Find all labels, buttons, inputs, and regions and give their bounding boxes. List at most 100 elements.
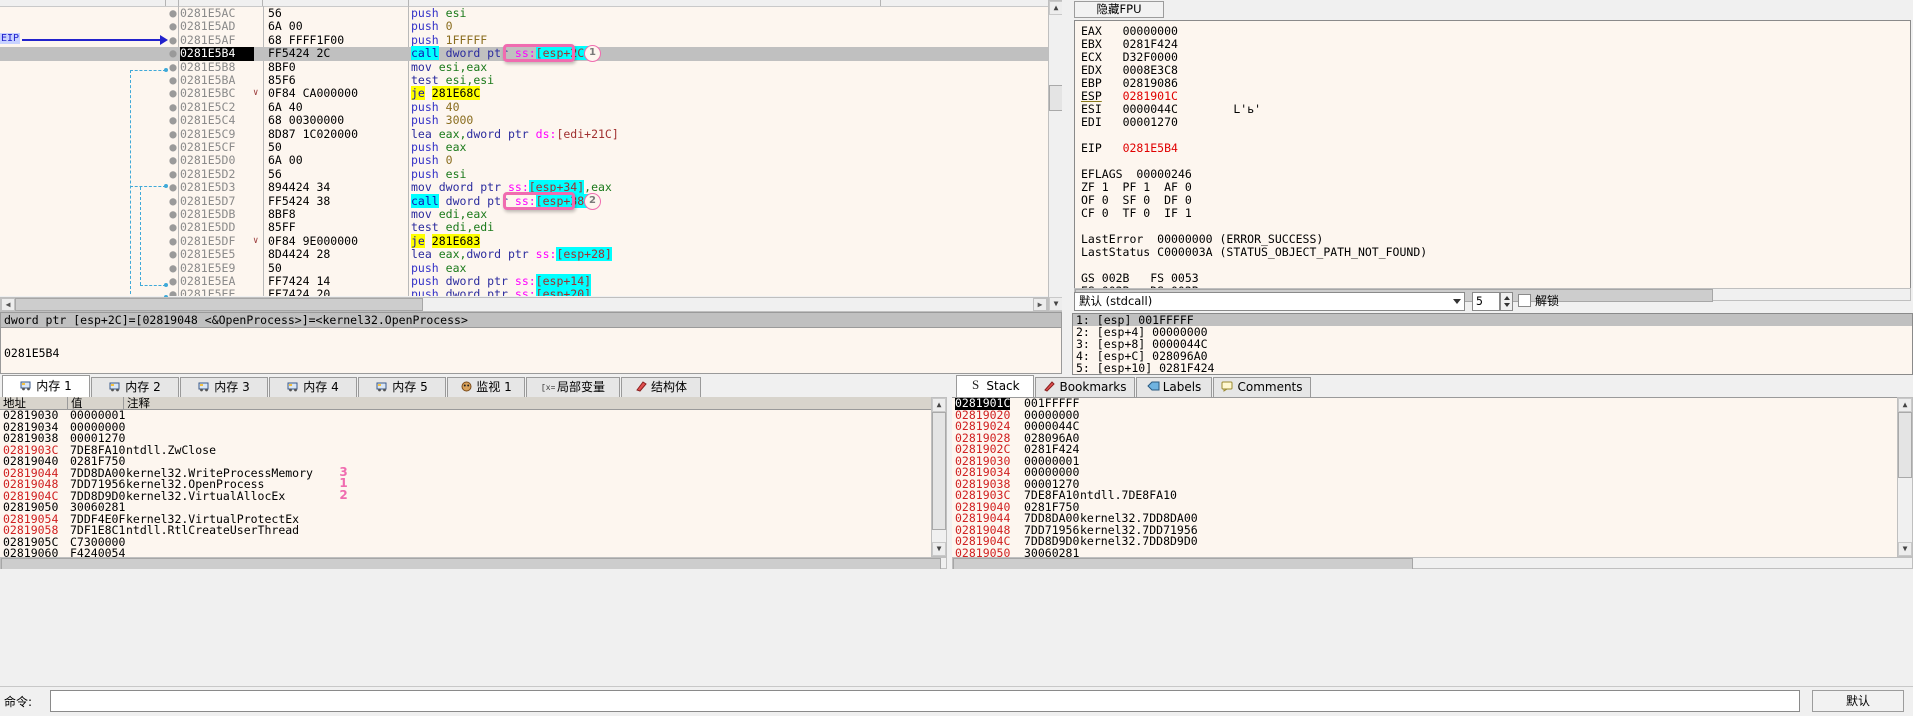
disassembly-row[interactable]: ● 0281E5D0 6A 00 push 0 [0, 153, 1061, 167]
disassembly-hscrollbar[interactable]: ◀ ▶ [0, 297, 1048, 312]
chevron-down-icon[interactable] [1453, 299, 1461, 304]
disassembly-row[interactable]: ● 0281E5DF ∨ 0F84 9E000000 je 281E683 [0, 233, 1061, 248]
stack-hscrollbar[interactable] [952, 557, 1913, 571]
tab-局部变量[interactable]: [x=]局部变量 [526, 377, 620, 397]
tab-内存 1[interactable]: 内存 1 [2, 375, 90, 397]
instruction-address[interactable]: 0281E5EA [180, 274, 254, 288]
instruction-address[interactable]: 0281E5BC [180, 86, 254, 100]
stepper-up-icon[interactable] [1504, 296, 1510, 300]
instruction-address[interactable]: 0281E5DB [180, 207, 254, 221]
breakpoint-dot-icon[interactable]: ● [168, 234, 178, 248]
command-default-button[interactable]: 默认 [1812, 690, 1904, 712]
disassembly-row[interactable]: ● 0281E5C9 8D87 1C020000 lea eax,dword ptr … [0, 127, 1061, 141]
memory-col-address[interactable]: 地址 [0, 397, 68, 410]
breakpoint-dot-icon[interactable]: ● [168, 86, 178, 100]
breakpoint-dot-icon[interactable]: ● [168, 100, 178, 114]
disassembly-row[interactable]: ● 0281E5AC 56 push esi [0, 6, 1061, 20]
breakpoint-dot-icon[interactable]: ● [168, 73, 178, 87]
breakpoint-dot-icon[interactable]: ● [168, 247, 178, 261]
stack-tab-bar[interactable]: S Stack Bookmarks Labels Comments [952, 375, 1913, 397]
argument-row[interactable]: 5: [esp+10] 0281F424 [1073, 362, 1912, 374]
tab-内存 5[interactable]: 内存 5 [358, 377, 446, 397]
tab-Stack[interactable]: S Stack [956, 375, 1034, 397]
breakpoint-dot-icon[interactable]: ● [168, 46, 178, 60]
instruction-address[interactable]: 0281E5D2 [180, 167, 254, 181]
disassembly-row[interactable]: ● 0281E5B8 8BF0 mov esi,eax [0, 60, 1061, 74]
disassembly-row[interactable]: ● 0281E5AD 6A 00 push 0 [0, 19, 1061, 33]
memory-column-headers[interactable]: 地址 值 注释 [0, 397, 931, 410]
tab-Labels[interactable]: Labels [1136, 377, 1212, 397]
memory-tab-bar[interactable]: 内存 1 内存 2 内存 3 内存 4 内存 5 监视 1 [x=]局部变量 结构体 [0, 375, 960, 397]
instruction-address[interactable]: 0281E5DD [180, 220, 254, 234]
breakpoint-dot-icon[interactable]: ● [168, 194, 178, 208]
tab-Comments[interactable]: Comments [1213, 377, 1311, 397]
stack-rows[interactable]: 0281901C 001FFFFF 02819020 00000000 02819024… [952, 397, 1897, 558]
memory-rows[interactable]: 02819030 00000001 02819034 00000000 02819038… [0, 410, 931, 557]
disassembly-row[interactable]: ● 0281E5D2 56 push esi [0, 167, 1061, 181]
stepper-down-icon[interactable] [1504, 303, 1510, 307]
breakpoint-dot-icon[interactable]: ● [168, 113, 178, 127]
register-eip[interactable]: EIP 0281E5B4 [1081, 142, 1178, 155]
disassembly-row[interactable]: ● 0281E5CF 50 push eax [0, 140, 1061, 154]
memory-hscrollbar[interactable] [0, 557, 947, 571]
instruction-address[interactable]: 0281E5B4 [180, 46, 254, 61]
instruction-address[interactable]: 0281E5C4 [180, 113, 254, 127]
stack-vscrollbar[interactable]: ▲ ▼ [1897, 397, 1913, 557]
registers-panel[interactable]: EAX 00000000 EBX 0281F424 ECX D32F0000 EDX … [1074, 20, 1911, 291]
breakpoint-dot-icon[interactable]: ● [168, 153, 178, 167]
memory-vscrollbar[interactable]: ▲ ▼ [931, 397, 947, 557]
tab-监视 1[interactable]: 监视 1 [447, 377, 525, 397]
disassembly-row[interactable]: ● 0281E5E9 50 push eax [0, 261, 1061, 275]
tab-结构体[interactable]: 结构体 [621, 377, 701, 397]
disassembly-row[interactable]: ● 0281E5EE FF7424 20 push dword ptr ss:[esp… [0, 287, 1061, 296]
breakpoint-dot-icon[interactable]: ● [168, 207, 178, 221]
instruction-address[interactable]: 0281E5DF [180, 234, 254, 248]
arg-count-input[interactable]: 5 [1472, 292, 1500, 311]
breakpoint-dot-icon[interactable]: ● [168, 274, 178, 288]
instruction-address[interactable]: 0281E5CF [180, 140, 254, 154]
instruction-address[interactable]: 0281E5C9 [180, 127, 254, 141]
disassembly-row[interactable]: ● 0281E5DB 8BF8 mov edi,eax [0, 207, 1061, 221]
disassembly-row[interactable]: ● 0281E5EA FF7424 14 push dword ptr ss:[esp… [0, 274, 1061, 288]
disassembly-row[interactable]: ● 0281E5DD 85FF test edi,edi [0, 220, 1061, 234]
breakpoint-dot-icon[interactable]: ● [168, 127, 178, 141]
instruction-address[interactable]: 0281E5D7 [180, 194, 254, 208]
instruction-address[interactable]: 0281E5AD [180, 19, 254, 33]
instruction-address[interactable]: 0281E5EE [180, 287, 254, 296]
instruction-address[interactable]: 0281E5AC [180, 6, 254, 20]
tab-内存 3[interactable]: 内存 3 [180, 377, 268, 397]
instruction-address[interactable]: 0281E5B8 [180, 60, 254, 74]
instruction-address[interactable]: 0281E5C2 [180, 100, 254, 114]
breakpoint-dot-icon[interactable]: ● [168, 261, 178, 275]
register-edi[interactable]: EDI 00001270 [1081, 116, 1178, 129]
arguments-list[interactable]: 1: [esp] 001FFFFF 2: [esp+4] 00000000 3: [… [1072, 313, 1913, 375]
breakpoint-dot-icon[interactable]: ● [168, 167, 178, 181]
instruction-address[interactable]: 0281E5BA [180, 73, 254, 87]
instruction-address[interactable]: 0281E5AF [180, 33, 254, 47]
breakpoint-dot-icon[interactable]: ● [168, 140, 178, 154]
breakpoint-dot-icon[interactable]: ● [168, 33, 178, 47]
unlock-checkbox[interactable] [1518, 294, 1531, 307]
tab-Bookmarks[interactable]: Bookmarks [1035, 377, 1135, 397]
memory-col-comment[interactable]: 注释 [124, 397, 931, 410]
calling-convention-select[interactable]: 默认 (stdcall) [1074, 292, 1465, 311]
breakpoint-dot-icon[interactable]: ● [168, 180, 178, 194]
disassembly-row[interactable]: ● 0281E5C2 6A 40 push 40 [0, 100, 1061, 114]
memory-col-value[interactable]: 值 [68, 397, 124, 410]
breakpoint-dot-icon[interactable]: ● [168, 60, 178, 74]
instruction-address[interactable]: 0281E5D3 [180, 180, 254, 194]
breakpoint-dot-icon[interactable]: ● [168, 220, 178, 234]
command-input[interactable] [50, 690, 1800, 712]
breakpoint-dot-icon[interactable]: ● [168, 6, 178, 20]
tab-内存 2[interactable]: 内存 2 [91, 377, 179, 397]
disassembly-row[interactable]: ● 0281E5C4 68 00300000 push 3000 [0, 113, 1061, 127]
breakpoint-dot-icon[interactable]: ● [168, 287, 178, 296]
arg-count-stepper[interactable] [1500, 292, 1513, 311]
hide-fpu-button[interactable]: 隐藏FPU [1074, 1, 1164, 18]
tab-内存 4[interactable]: 内存 4 [269, 377, 357, 397]
flags-row-2[interactable]: CF 0 TF 0 IF 1 [1081, 207, 1192, 220]
disassembly-row[interactable]: ● 0281E5BA 85F6 test esi,esi [0, 73, 1061, 87]
disassembly-row[interactable]: ● 0281E5E5 8D4424 28 lea eax,dword ptr ss:[… [0, 247, 1061, 262]
instruction-address[interactable]: 0281E5E9 [180, 261, 254, 275]
breakpoint-dot-icon[interactable]: ● [168, 19, 178, 33]
